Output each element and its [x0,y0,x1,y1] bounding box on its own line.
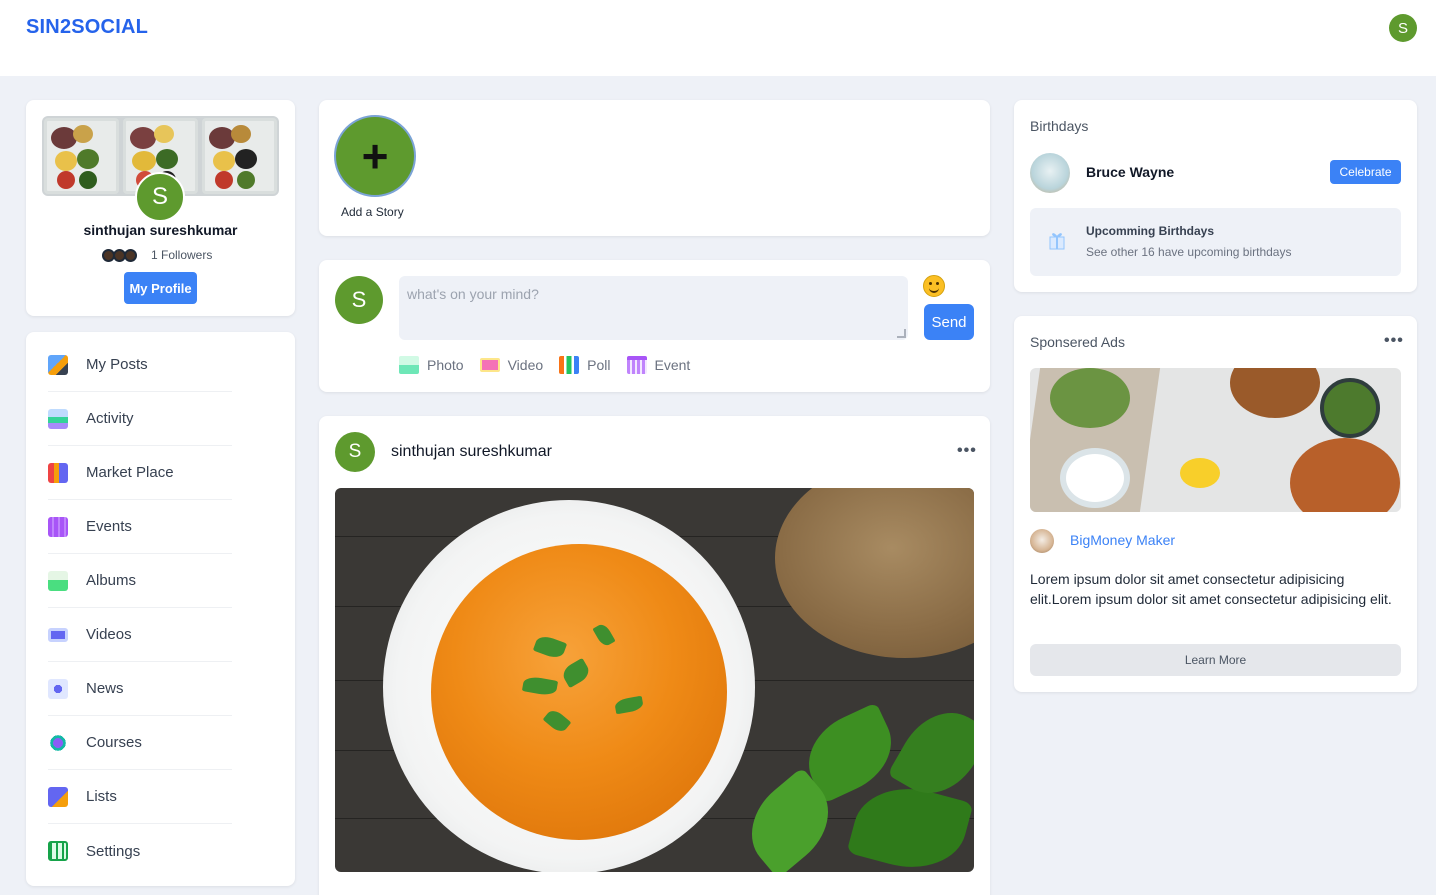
sidebar-item-news[interactable]: News [48,662,232,716]
sidebar-item-albums[interactable]: Albums [48,554,232,608]
sponsored-ads-card: Sponsered Ads ••• BigMoney Maker Lorem i… [1014,316,1417,692]
profile-card: S sinthujan sureshkumar 1 Followers My P… [26,100,295,316]
attachment-options: Photo Video Poll Event [399,356,706,374]
sidebar-item-label: Videos [86,626,132,643]
sidebar-item-videos[interactable]: Videos [48,608,232,662]
sidebar-nav: My Posts Activity Market Place Events Al… [26,332,295,886]
videos-icon [48,627,68,642]
attach-event-button[interactable]: Event [626,356,691,374]
attach-video-button[interactable]: Video [479,357,544,373]
celebrate-button[interactable]: Celebrate [1330,160,1401,184]
video-icon [479,358,500,372]
post-author-name[interactable]: sinthujan sureshkumar [391,443,552,461]
market-place-icon [48,462,68,483]
poll-icon [559,356,580,374]
activity-icon [48,408,68,429]
post-image[interactable] [335,488,974,872]
settings-icon [48,841,68,861]
sidebar-item-settings[interactable]: Settings [48,824,232,878]
sidebar-item-label: Lists [86,788,117,805]
followers-summary[interactable]: 1 Followers [102,248,212,262]
my-profile-button[interactable]: My Profile [124,272,197,304]
sidebar-item-label: Albums [86,572,137,589]
sidebar-item-label: Market Place [86,464,174,481]
add-story-label: Add a Story [341,205,404,219]
courses-icon [48,732,68,753]
post-author-avatar[interactable]: S [335,432,375,472]
birthday-person-name[interactable]: Bruce Wayne [1086,164,1174,180]
ad-image[interactable] [1030,368,1401,512]
attach-label: Event [654,357,691,373]
sidebar-item-label: Courses [86,734,142,751]
learn-more-button[interactable]: Learn More [1030,644,1401,676]
emoji-icon[interactable] [923,275,945,297]
advertiser-avatar[interactable] [1030,529,1054,553]
followers-count: 1 Followers [151,248,213,262]
follower-avatar [124,248,137,262]
upcoming-birthdays-title: Upcomming Birthdays [1086,224,1215,238]
advertiser-name[interactable]: BigMoney Maker [1070,532,1175,548]
sidebar-item-lists[interactable]: Lists [48,770,232,824]
sidebar-item-activity[interactable]: Activity [48,392,232,446]
stories-card: + Add a Story [319,100,990,236]
plus-icon: + [361,130,389,182]
ads-menu-icon[interactable]: ••• [1384,332,1404,350]
profile-name: sinthujan sureshkumar [83,222,238,238]
profile-avatar[interactable]: S [135,172,185,222]
event-icon [626,356,647,374]
post-menu-icon[interactable]: ••• [957,442,977,460]
ad-description: Lorem ipsum dolor sit amet consectetur a… [1030,571,1392,607]
my-posts-icon [48,354,68,375]
composer-avatar: S [335,276,383,324]
birthday-person-avatar[interactable] [1030,153,1070,193]
news-icon [48,678,68,699]
sidebar-item-market-place[interactable]: Market Place [48,446,232,500]
birthdays-title: Birthdays [1030,118,1089,134]
upcoming-birthdays[interactable]: Upcomming Birthdays See other 16 have up… [1030,208,1401,276]
textarea-resize-handle[interactable] [897,329,906,338]
user-avatar[interactable]: S [1389,14,1417,42]
birthdays-card: Birthdays Bruce Wayne Celebrate Upcommin… [1014,100,1417,292]
attach-label: Photo [427,357,464,373]
brand-logo[interactable]: SIN2SOCIAL [26,16,148,39]
attach-label: Poll [587,357,611,373]
attach-poll-button[interactable]: Poll [559,356,611,374]
sidebar-item-my-posts[interactable]: My Posts [48,338,232,392]
sidebar-item-label: News [86,680,124,697]
post-text-input[interactable] [399,276,908,340]
sidebar-item-courses[interactable]: Courses [48,716,232,770]
sidebar-item-label: Activity [86,410,134,427]
lists-icon [48,786,68,807]
add-story-button[interactable]: + [334,115,416,197]
attach-label: Video [507,357,544,373]
send-button[interactable]: Send [924,304,974,340]
sidebar-item-events[interactable]: Events [48,500,232,554]
photo-icon [399,356,419,374]
sidebar-item-label: My Posts [86,356,148,373]
albums-icon [48,570,68,591]
events-icon [48,516,68,537]
feed-post: S sinthujan sureshkumar ••• [319,416,990,895]
sidebar-item-label: Settings [86,842,141,860]
ads-title: Sponsered Ads [1030,334,1125,350]
top-navbar: SIN2SOCIAL S [0,0,1436,76]
upcoming-birthdays-subtitle: See other 16 have upcoming birthdays [1086,245,1292,259]
gift-icon [1049,233,1065,250]
attach-photo-button[interactable]: Photo [399,356,464,374]
sidebar-item-label: Events [86,518,132,535]
post-composer: S Send Photo Video Poll Event [319,260,990,392]
